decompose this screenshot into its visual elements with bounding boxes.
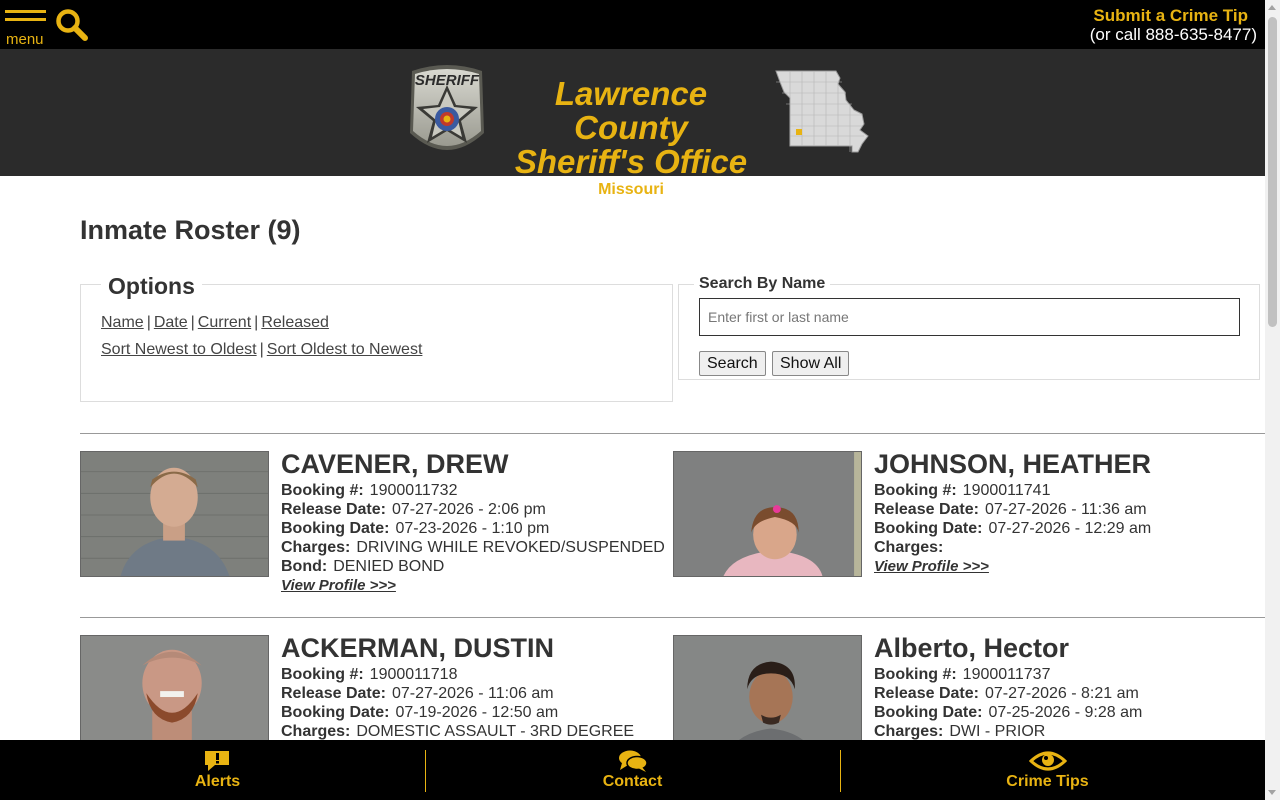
crime-tips-label: Crime Tips (1006, 773, 1089, 790)
inmate-info: JOHNSON, HEATHER Booking #: 1900011741 Re… (874, 449, 1254, 576)
search-panel: Search By Name Search Show All (678, 275, 1260, 380)
separator: | (190, 314, 195, 331)
inmate-name: JOHNSON, HEATHER (874, 449, 1152, 479)
separator: | (259, 341, 264, 358)
inmate-photo[interactable] (80, 451, 269, 577)
inmate-photo[interactable] (673, 451, 862, 577)
scroll-down-icon[interactable] (1268, 790, 1276, 795)
nav-alerts[interactable]: Alerts (7, 740, 428, 800)
filter-current-link[interactable]: Current (198, 314, 251, 331)
options-legend: Options (101, 273, 202, 300)
inmate-card: CAVENER, DREW Booking #: 1900011732 Relea… (80, 449, 665, 601)
inmate-info: Alberto, Hector Booking #: 1900011737 Rel… (874, 633, 1254, 741)
divider (80, 617, 1265, 618)
booking-date: Booking Date: 07-23-2026 - 1:10 pm (281, 520, 550, 537)
booking-number: Booking #: 1900011718 (281, 666, 458, 683)
filter-released-link[interactable]: Released (261, 314, 329, 331)
inmate-name: Alberto, Hector (874, 633, 1070, 663)
inmate-name: CAVENER, DREW (281, 449, 509, 479)
release-date: Release Date: 07-27-2026 - 2:06 pm (281, 501, 546, 518)
booking-number: Booking #: 1900011732 (281, 482, 458, 499)
title-line-2: Sheriff's Office (514, 143, 748, 180)
view-profile-link[interactable]: View Profile >>> (281, 577, 396, 594)
site-title[interactable]: Lawrence County Sheriff's Office Missour… (495, 77, 767, 199)
bond: Bond: DENIED BOND (281, 558, 445, 575)
sort-by-date-link[interactable]: Date (154, 314, 188, 331)
missouri-map-icon (775, 70, 869, 153)
state-label: Missouri (598, 181, 664, 198)
nav-crime-tips[interactable]: Crime Tips (837, 740, 1258, 800)
crime-tip-area: Submit a Crime Tip (or call 888-635-8477… (1090, 6, 1257, 45)
inmate-name: ACKERMAN, DUSTIN (281, 633, 554, 663)
sheriff-badge-icon[interactable]: SHERIFF (404, 63, 490, 163)
top-bar: menu Submit a Crime Tip (or call 888-635… (0, 0, 1265, 49)
release-date: Release Date: 07-27-2026 - 11:36 am (874, 501, 1147, 518)
charges: Charges: (874, 539, 944, 556)
scroll-up-icon[interactable] (1268, 5, 1276, 10)
booking-number: Booking #: 1900011737 (874, 666, 1051, 683)
alerts-icon (205, 751, 229, 771)
charges: Charges: DWI - PRIOR (874, 723, 1046, 740)
contact-label: Contact (602, 773, 663, 790)
sort-newest-link[interactable]: Sort Newest to Oldest (101, 341, 257, 358)
separator: | (146, 314, 151, 331)
options-panel: Options Name | Date | Current | Released Sort … (80, 273, 673, 402)
submit-crime-tip-link[interactable]: Submit a Crime Tip (1090, 6, 1248, 25)
order-links: Sort Newest to Oldest | Sort Oldest to New… (101, 341, 422, 359)
booking-number: Booking #: 1900011741 (874, 482, 1051, 499)
release-date: Release Date: 07-27-2026 - 11:06 am (281, 685, 554, 702)
inmate-card: JOHNSON, HEATHER Booking #: 1900011741 Re… (673, 449, 1254, 601)
separator: | (254, 314, 259, 331)
sort-links: Name | Date | Current | Released (101, 314, 329, 332)
view-profile-link[interactable]: View Profile >>> (874, 558, 989, 575)
search-button[interactable]: Search (699, 351, 766, 376)
contact-icon (619, 750, 648, 772)
charges: Charges: DOMESTIC ASSAULT - 3RD DEGREE (281, 723, 635, 740)
divider (80, 433, 1265, 434)
bottom-nav: Alerts Contact Crime Tips (0, 740, 1265, 800)
eye-icon (1029, 751, 1067, 771)
scrollbar-thumb[interactable] (1268, 17, 1277, 327)
booking-date: Booking Date: 07-19-2026 - 12:50 am (281, 704, 559, 721)
title-line-1: Lawrence County (554, 75, 708, 146)
show-all-button[interactable]: Show All (772, 351, 850, 376)
page-scrollbar[interactable] (1265, 0, 1280, 800)
search-input[interactable] (699, 298, 1240, 336)
crime-tip-phone[interactable]: (or call 888-635-8477) (1090, 25, 1257, 45)
booking-date: Booking Date: 07-27-2026 - 12:29 am (874, 520, 1152, 537)
sort-by-name-link[interactable]: Name (101, 314, 144, 331)
alerts-label: Alerts (194, 773, 241, 790)
inmate-info: ACKERMAN, DUSTIN Booking #: 1900011718 Re… (281, 633, 661, 741)
site-header: SHERIFF Lawrence County Sheriff's Office… (0, 49, 1265, 198)
menu-icon-bar (5, 18, 46, 21)
menu-label: menu (6, 31, 44, 48)
sort-oldest-link[interactable]: Sort Oldest to Newest (267, 341, 423, 358)
charges: Charges: DRIVING WHILE REVOKED/SUSPENDED (281, 539, 665, 556)
nav-contact[interactable]: Contact (422, 740, 843, 800)
page-title: Inmate Roster (9) (80, 215, 301, 245)
search-icon[interactable] (55, 8, 89, 42)
release-date: Release Date: 07-27-2026 - 8:21 am (874, 685, 1139, 702)
inmate-info: CAVENER, DREW Booking #: 1900011732 Relea… (281, 449, 665, 595)
booking-date: Booking Date: 07-25-2026 - 9:28 am (874, 704, 1143, 721)
menu-icon (5, 10, 46, 13)
search-legend: Search By Name (694, 275, 831, 293)
menu-button[interactable]: menu (5, 10, 47, 47)
svg-text:SHERIFF: SHERIFF (415, 72, 480, 89)
